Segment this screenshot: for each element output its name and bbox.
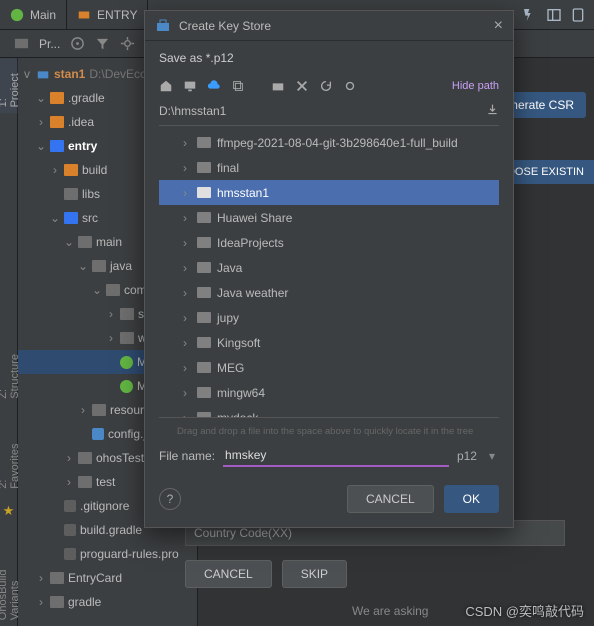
filename-input[interactable]: [223, 445, 449, 467]
folder-item[interactable]: ›Java weather: [159, 280, 499, 305]
chevron-down-icon: ▾: [489, 449, 495, 463]
tree-item[interactable]: ›gradle: [18, 590, 197, 614]
favorites-icon: ★: [3, 503, 15, 519]
project-icon[interactable]: [14, 36, 29, 51]
keystore-icon: [155, 18, 171, 34]
class-icon: [10, 8, 24, 22]
translate-icon[interactable]: [522, 7, 538, 23]
cloud-icon[interactable]: [207, 79, 221, 93]
device-icon[interactable]: [570, 7, 586, 23]
folder-item[interactable]: ›mydock: [159, 405, 499, 418]
home-icon[interactable]: [159, 79, 173, 93]
tree-item[interactable]: ›EntryCard: [18, 566, 197, 590]
tab-entry[interactable]: ENTRY: [67, 0, 148, 29]
refresh-icon[interactable]: [319, 79, 333, 93]
module-icon: [77, 8, 91, 22]
folder-item[interactable]: ›mingw64: [159, 380, 499, 405]
bottom-info-text: We are asking: [352, 604, 428, 618]
target-icon[interactable]: [70, 36, 85, 51]
extension-select[interactable]: p12 ▾: [457, 449, 499, 463]
ok-button[interactable]: OK: [444, 485, 499, 513]
wizard-skip-button[interactable]: SKIP: [282, 560, 347, 588]
watermark: CSDN @奕鸣敲代码: [465, 601, 584, 620]
copy-icon[interactable]: [231, 79, 245, 93]
tab-label: ENTRY: [97, 8, 137, 22]
file-dialog-toolbar: Hide path: [159, 73, 499, 99]
save-as-label: Save as *.p12: [159, 49, 499, 73]
cancel-button[interactable]: CANCEL: [347, 485, 434, 513]
folder-item[interactable]: ›Kingsoft: [159, 330, 499, 355]
extension-value: p12: [457, 449, 477, 463]
desktop-icon[interactable]: [183, 79, 197, 93]
download-icon[interactable]: [486, 103, 499, 119]
hide-path-link[interactable]: Hide path: [452, 80, 499, 92]
help-button[interactable]: ?: [159, 488, 181, 510]
wizard-cancel-button[interactable]: CANCEL: [185, 560, 272, 588]
tab-main[interactable]: Main: [0, 0, 67, 29]
folder-item[interactable]: ›IdeaProjects: [159, 230, 499, 255]
create-keystore-dialog: Create Key Store × Save as *.p12 Hide pa…: [144, 10, 514, 528]
project-dropdown[interactable]: Pr...: [39, 37, 60, 51]
folder-item[interactable]: ›final: [159, 155, 499, 180]
close-icon[interactable]: ×: [494, 17, 503, 35]
folder-item[interactable]: ›hmsstan1: [159, 180, 499, 205]
tree-item[interactable]: proguard-rules.pro: [18, 542, 197, 566]
gear-icon[interactable]: [120, 36, 135, 51]
key-wizard-panel: Country Code(XX) CANCEL SKIP: [185, 520, 565, 588]
current-path[interactable]: D:\hmsstan1: [159, 104, 226, 118]
layout-icon[interactable]: [546, 7, 562, 23]
folder-item[interactable]: ›ffmpeg-2021-08-04-git-3b298640e1-full_b…: [159, 130, 499, 155]
folder-item[interactable]: ›MEG: [159, 355, 499, 380]
filter-icon[interactable]: [95, 36, 110, 51]
folder-item[interactable]: ›jupy: [159, 305, 499, 330]
filename-label: File name:: [159, 449, 215, 463]
folder-item[interactable]: ›Java: [159, 255, 499, 280]
folder-list[interactable]: ›ffmpeg-2021-08-04-git-3b298640e1-full_b…: [159, 130, 499, 418]
left-gutter: 1: Project Z: Structure 2: Favorites ★ O…: [0, 58, 18, 626]
delete-icon[interactable]: [295, 79, 309, 93]
tab-label: Main: [30, 8, 56, 22]
show-hidden-icon[interactable]: [343, 79, 357, 93]
folder-item[interactable]: ›Huawei Share: [159, 205, 499, 230]
drag-hint: Drag and drop a file into the space abov…: [159, 422, 499, 441]
new-folder-icon[interactable]: [271, 79, 285, 93]
dialog-title: Create Key Store: [179, 19, 271, 33]
